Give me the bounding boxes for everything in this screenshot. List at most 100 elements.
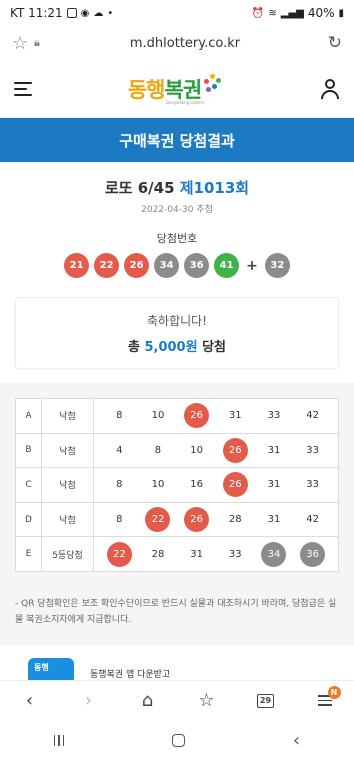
status-left: KT 11:21 ◉ ☁ •: [10, 6, 113, 20]
winning-ball: 21: [64, 253, 90, 278]
wifi-icon: ≋: [268, 7, 277, 19]
game-number: 33: [306, 444, 319, 456]
game-number: 31: [267, 514, 281, 526]
game-numbers: 22 28 31 33 34 36: [93, 536, 339, 572]
battery-level: 40%: [307, 6, 335, 20]
matched-number: 26: [222, 472, 248, 498]
matched-number: 36: [300, 541, 326, 567]
tabs-button[interactable]: 29: [251, 686, 281, 716]
reload-icon[interactable]: ↻: [320, 33, 342, 53]
lock-icon[interactable]: 🔒︎: [34, 36, 50, 50]
system-back-icon[interactable]: ‹: [293, 730, 300, 751]
table-row: C 낙첨 8 10 16 26 31 33: [15, 467, 339, 503]
logo-subtext: Donghaeng Lottery: [166, 100, 205, 105]
game-result: 낙첨: [41, 398, 94, 434]
url-text[interactable]: m.dhlottery.co.kr: [50, 36, 320, 51]
prize-prefix: 총: [127, 339, 145, 355]
game-numbers: 8 22 26 28 31 42: [93, 501, 339, 538]
page-title-band: 구매복권 당첨결과: [0, 118, 354, 162]
table-row: D 낙첨 8 22 26 28 31 42: [15, 501, 339, 538]
bonus-ball: 32: [264, 253, 290, 278]
browser-menu-icon[interactable]: N: [310, 685, 341, 716]
status-bar: KT 11:21 ◉ ☁ • ⏰ ≋ ▂▄▆ 40% ▮: [0, 0, 354, 26]
games-results-table: A 낙첨 8 10 26 31 33 42 B 낙첨 4 8 10 26 31 33 C 낙첨 8 10 16 26 31 3…: [15, 398, 339, 572]
logo-spark-icon: [202, 73, 224, 95]
browser-toolbar: ‹ › ⌂ ☆ 29 N: [0, 680, 354, 720]
game-numbers: 8 10 26 31 33 42: [93, 398, 339, 434]
matched-number: 34: [261, 541, 287, 567]
winning-ball: 34: [154, 253, 180, 278]
draw-date: 2022-04-30 추첨: [141, 205, 213, 215]
winning-ball: 26: [124, 253, 150, 278]
matched-number: 22: [145, 507, 171, 533]
gallery-notification-icon: [66, 8, 77, 18]
logo-text: 동행복권: [127, 77, 202, 102]
game-numbers: 8 10 16 26 31 33: [93, 467, 339, 503]
draw-round: 제1013회: [179, 179, 250, 197]
game-number: 31: [267, 444, 281, 456]
game-number: 10: [190, 444, 203, 456]
winning-ball: 22: [94, 253, 120, 278]
winning-numbers-label: 당첨번호: [156, 232, 198, 245]
android-nav-bar: ‹: [0, 720, 354, 760]
table-row: E 5등당첨 22 28 31 33 34 36: [15, 536, 339, 572]
game-number: 4: [116, 444, 123, 456]
game-number: 8: [154, 444, 162, 456]
status-right: ⏰ ≋ ▂▄▆ 40% ▮: [252, 6, 344, 20]
carrier-time: KT 11:21: [10, 6, 63, 20]
notification-badge: N: [327, 685, 341, 699]
recent-apps-icon[interactable]: [53, 734, 65, 746]
app-promo[interactable]: 동행 동행복권 앱 다운받고: [0, 645, 354, 685]
app-promo-text: 동행복권 앱 다운받고: [90, 670, 171, 680]
game-number: 31: [267, 479, 281, 491]
winning-numbers: 21 22 26 34 36 41 +32: [0, 253, 354, 278]
menu-icon[interactable]: [14, 81, 32, 96]
game-letter: A: [15, 398, 42, 434]
game-number: 33: [306, 479, 319, 491]
game-numbers: 4 8 10 26 31 33: [93, 432, 339, 469]
game-result: 낙첨: [41, 467, 94, 503]
game-number: 10: [151, 479, 165, 491]
url-bar: ☆ 🔒︎ m.dhlottery.co.kr ↻: [0, 26, 354, 60]
winning-ball: 36: [184, 253, 210, 278]
home-icon[interactable]: ⌂: [133, 686, 163, 716]
game-number: 31: [228, 410, 242, 422]
matched-number: 26: [222, 437, 248, 463]
congrats-box: 축하합니다! 총 5,000원 당첨: [15, 297, 339, 369]
back-icon[interactable]: ‹: [15, 686, 45, 716]
table-row: A 낙첨 8 10 26 31 33 42: [15, 398, 339, 434]
prize-amount: 5,000원: [144, 339, 198, 355]
alarm-icon: ⏰: [251, 7, 265, 19]
user-icon[interactable]: [320, 78, 340, 99]
game-letter: C: [15, 467, 42, 503]
page-title: 구매복권 당첨결과: [119, 131, 235, 150]
battery-icon: ▮: [338, 7, 344, 19]
game-result: 낙첨: [41, 501, 94, 538]
winning-ball: 41: [214, 253, 240, 278]
prize-total: 총 5,000원 당첨: [128, 336, 226, 355]
game-letter: B: [15, 432, 42, 469]
game-letter: D: [15, 501, 42, 538]
bookmarks-icon[interactable]: ☆: [192, 686, 222, 716]
draw-name: 로또 6/45: [104, 179, 175, 197]
plus-sign: +: [246, 257, 258, 274]
game-number: 28: [151, 548, 165, 560]
forward-icon[interactable]: ›: [74, 686, 104, 716]
site-logo[interactable]: 동행복권: [127, 73, 224, 104]
prize-suffix: 당첨: [197, 339, 227, 355]
game-number: 42: [306, 514, 319, 526]
game-letter: E: [15, 536, 42, 572]
game-number: 28: [228, 514, 242, 526]
matched-number: 26: [184, 507, 210, 533]
table-row: B 낙첨 4 8 10 26 31 33: [15, 432, 339, 469]
game-number: 16: [190, 479, 203, 491]
tabs-count: 29: [257, 693, 274, 708]
cloud-icon: ☁: [93, 7, 104, 19]
home-button-icon[interactable]: [172, 733, 186, 747]
game-number: 33: [228, 548, 242, 560]
app-notification-icon: ◉: [80, 7, 90, 19]
game-number: 42: [306, 410, 319, 422]
game-result: 5등당첨: [41, 536, 94, 572]
bookmark-star-icon[interactable]: ☆: [12, 33, 34, 54]
matched-number: 22: [106, 541, 132, 567]
